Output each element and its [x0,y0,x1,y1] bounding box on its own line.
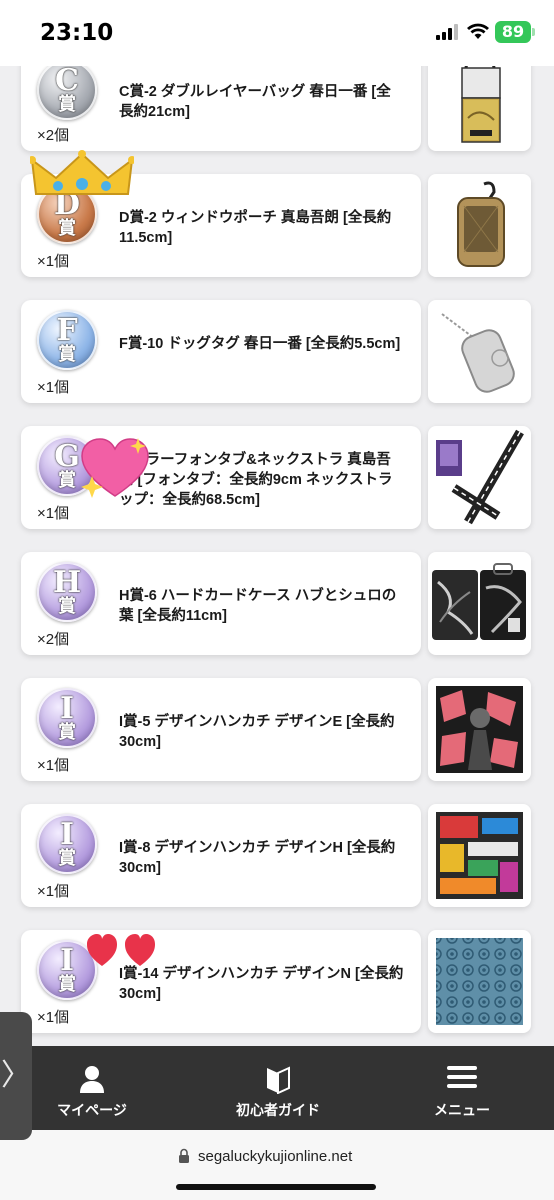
rank-badge: C 賞 [37,60,97,120]
hamburger-menu-icon [447,1066,477,1088]
rank-badge: H 賞 [37,562,97,622]
rank-kanji: 賞 [58,94,76,114]
prize-image-strap[interactable] [428,426,531,529]
prize-quantity: ×1個 [37,757,70,774]
nav-beginner-guide[interactable]: 初心者ガイド [208,1046,348,1130]
nav-mypage[interactable]: マイページ [22,1046,162,1130]
prize-image-handkerchief-n[interactable] [428,930,531,1033]
rank-kanji: 賞 [58,344,76,364]
prize-card[interactable]: I 賞 I賞-8 デザインハンカチ デザインH [全長約30cm] ×1個 [21,804,421,907]
lock-icon [179,1148,189,1163]
battery-tip [532,28,535,36]
nav-beginner-guide-label: 初心者ガイド [236,1102,320,1118]
prize-image-cardcase[interactable] [428,552,531,655]
prize-name: I賞-5 デザインハンカチ デザインE [全長約30cm] [119,714,395,750]
sparkling-heart-sticker-icon [81,438,149,498]
prize-card[interactable]: F 賞 F賞-10 ドッグタグ 春日一番 [全長約5.5cm] ×1個 [21,300,421,403]
prize-image-dogtag[interactable] [428,300,531,403]
nav-menu[interactable]: メニュー [392,1046,532,1130]
url-domain: segaluckykujionline.net [198,1148,353,1165]
prize-name: I賞-14 デザインハンカチ デザインN [全長約30cm] [119,966,404,1002]
prize-quantity: ×1個 [37,883,70,900]
rank-kanji: 賞 [58,974,76,994]
cardcase-image [432,563,526,640]
strap-image [436,429,524,525]
beginner-mark-icon [267,1066,290,1094]
handkerchief-n-image [436,938,523,1025]
handkerchief-e-image [436,686,523,773]
dogtag-image [441,313,515,393]
bottom-nav: マイページ 初心者ガイド メニュー [0,1046,554,1130]
side-drawer-tab[interactable]: 〉 [0,1012,32,1140]
prize-image-pouch[interactable] [428,174,531,277]
prize-name: D賞-2 ウィンドウポーチ 真島吾朗 [全長約11.5cm] [119,210,392,246]
battery-indicator: 89 [495,21,531,43]
status-bar: 23:10 89 [0,0,554,66]
user-icon [80,1066,104,1093]
prize-image-handkerchief-h[interactable] [428,804,531,907]
prize-quantity: ×2個 [37,631,70,648]
nav-menu-label: メニュー [434,1102,490,1118]
handkerchief-h-image [436,812,523,899]
prize-quantity: ×1個 [37,379,70,396]
prize-image-handkerchief-e[interactable] [428,678,531,781]
cellular-signal-icon [436,24,458,40]
home-indicator [176,1184,376,1190]
pouch-image [457,181,505,267]
rank-kanji: 賞 [58,848,76,868]
rank-kanji: 賞 [58,722,76,742]
prize-name: F賞-10 ドッグタグ 春日一番 [全長約5.5cm] [119,336,401,352]
red-hearts-sticker-icon [87,934,155,966]
prize-quantity: ×1個 [37,505,70,522]
crown-sticker-icon [30,150,134,195]
wifi-icon [467,23,489,39]
prize-quantity: ×1個 [37,1009,70,1026]
rank-badge: I 賞 [37,688,97,748]
prize-card[interactable]: I 賞 I賞-5 デザインハンカチ デザインE [全長約30cm] ×1個 [21,678,421,781]
rank-badge: F 賞 [37,310,97,370]
rank-badge: I 賞 [37,814,97,874]
nav-mypage-label: マイページ [57,1102,127,1118]
status-time: 23:10 [40,20,114,46]
prize-name: H賞-6 ハードカードケース ハブとシュロの葉 [全長約11cm] [119,588,397,624]
prize-card[interactable]: H 賞 H賞-6 ハードカードケース ハブとシュロの葉 [全長約11cm] ×2… [21,552,421,655]
prize-quantity: ×1個 [37,253,70,270]
rank-kanji: 賞 [58,596,76,616]
prize-name: 3 カラーフォンタブ&ネックストラ 真島吾朗 [フォンタブ：全長約9cm ネック… [119,452,393,508]
rank-kanji: 賞 [58,218,76,238]
prize-name: C賞-2 ダブルレイヤーバッグ 春日一番 [全長約21cm] [119,84,391,120]
prize-name: I賞-8 デザインハンカチ デザインH [全長約30cm] [119,840,396,876]
prize-card[interactable]: I 賞 I賞-14 デザインハンカチ デザインN [全長約30cm] ×1個 [21,930,421,1033]
prize-quantity: ×2個 [37,127,70,144]
